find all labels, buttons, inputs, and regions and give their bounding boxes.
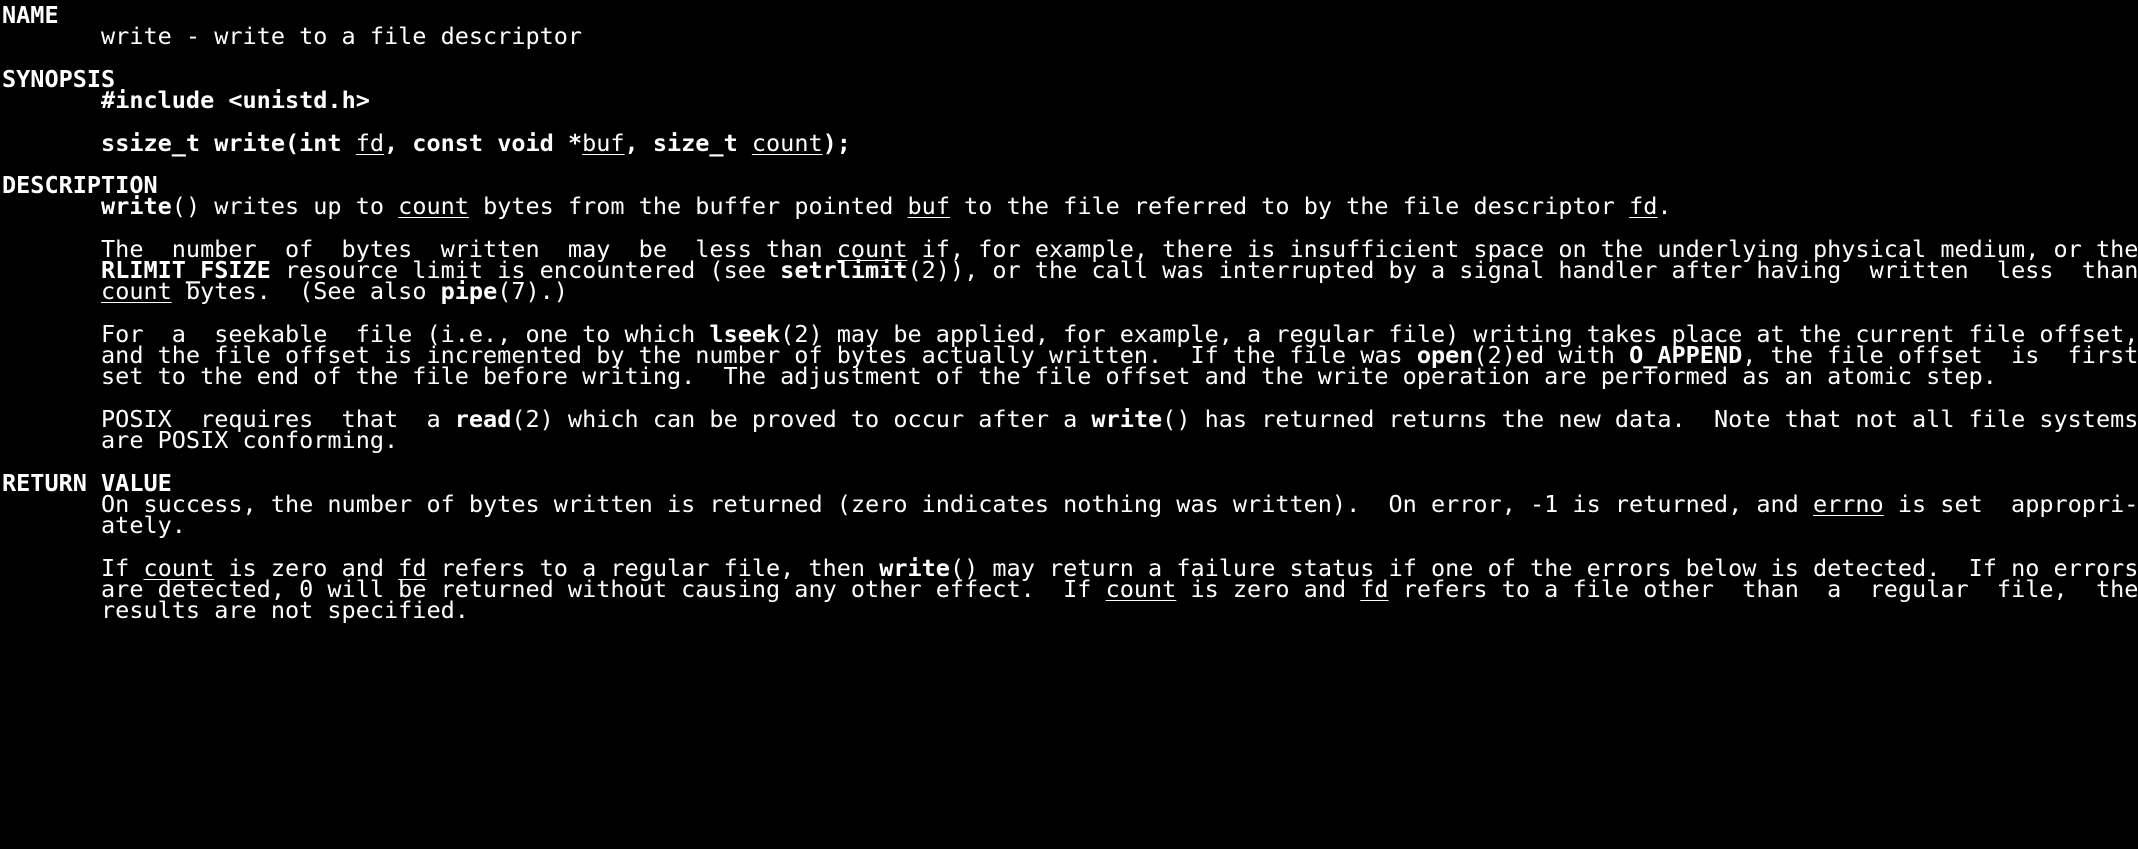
plain-text: write - write to a file descriptor — [2, 22, 583, 51]
bold-text: ssize_t write(int — [101, 128, 356, 157]
plain-text — [2, 192, 101, 220]
plain-text: to the file referred to by the file desc… — [949, 192, 1630, 221]
text-line: results are not specified. — [2, 596, 469, 625]
bold-text: setrlimit — [780, 256, 908, 284]
underlined-text: count — [751, 128, 823, 157]
plain-text: (2)), or the call was interrupted by a s… — [907, 256, 2138, 284]
plain-text: set to the end of the file before writin… — [2, 362, 1997, 391]
bold-text: , const void * — [384, 128, 583, 157]
underlined-text: count — [398, 192, 469, 221]
underlined-text: count — [1105, 574, 1177, 603]
plain-text: (2) which can be proved to occur after a — [511, 404, 1092, 433]
bold-text: , size_t — [624, 128, 752, 157]
plain-text: refers to a file other than a regular fi… — [1388, 574, 2138, 603]
plain-text: ately. — [2, 511, 186, 539]
underlined-text: errno — [1812, 489, 1884, 518]
underlined-text: fd — [355, 128, 385, 157]
terminal-window[interactable]: NAME write - write to a file descriptor S… — [0, 0, 2138, 849]
plain-text — [2, 277, 101, 305]
text-line: #include <unistd.h> — [2, 86, 370, 115]
plain-text: (7).) — [497, 277, 568, 306]
plain-text: () has returned returns the new data. No… — [1162, 404, 2138, 433]
text-line: write - write to a file descriptor — [2, 22, 582, 51]
plain-text: are POSIX conforming. — [2, 426, 399, 454]
bold-text: read — [454, 404, 512, 433]
underlined-text: buf — [907, 192, 950, 221]
bold-text: pipe — [440, 277, 498, 306]
text-line: count bytes. (See also pipe(7).) — [2, 277, 568, 306]
text-line: set to the end of the file before writin… — [2, 362, 1997, 391]
text-line: ately. — [2, 511, 186, 540]
text-line: write() writes up to count bytes from th… — [2, 192, 1672, 221]
text-line: On success, the number of bytes written … — [2, 490, 2138, 519]
plain-text: () writes up to — [171, 192, 399, 221]
underlined-text: count — [101, 277, 172, 306]
bold-text: #include <unistd.h> — [101, 86, 370, 114]
plain-text: bytes. (See also — [171, 277, 441, 306]
text-line: are POSIX conforming. — [2, 426, 398, 455]
text-line: ssize_t write(int fd, const void *buf, s… — [2, 129, 851, 158]
plain-text — [2, 129, 101, 157]
bold-text: write — [101, 192, 172, 221]
plain-text: bytes from the buffer pointed — [468, 192, 908, 221]
plain-text: . — [1657, 192, 1672, 221]
plain-text: is set appropri- — [1883, 489, 2138, 518]
underlined-text: buf — [582, 128, 625, 157]
bold-text: write — [1091, 404, 1163, 433]
bold-text: ); — [822, 128, 851, 157]
underlined-text: fd — [1360, 574, 1389, 603]
plain-text: is zero and — [1176, 574, 1361, 603]
plain-text: On success, the number of bytes written … — [2, 489, 1813, 518]
plain-text: results are not specified. — [2, 596, 469, 624]
underlined-text: fd — [1629, 192, 1658, 221]
plain-text — [2, 86, 101, 114]
